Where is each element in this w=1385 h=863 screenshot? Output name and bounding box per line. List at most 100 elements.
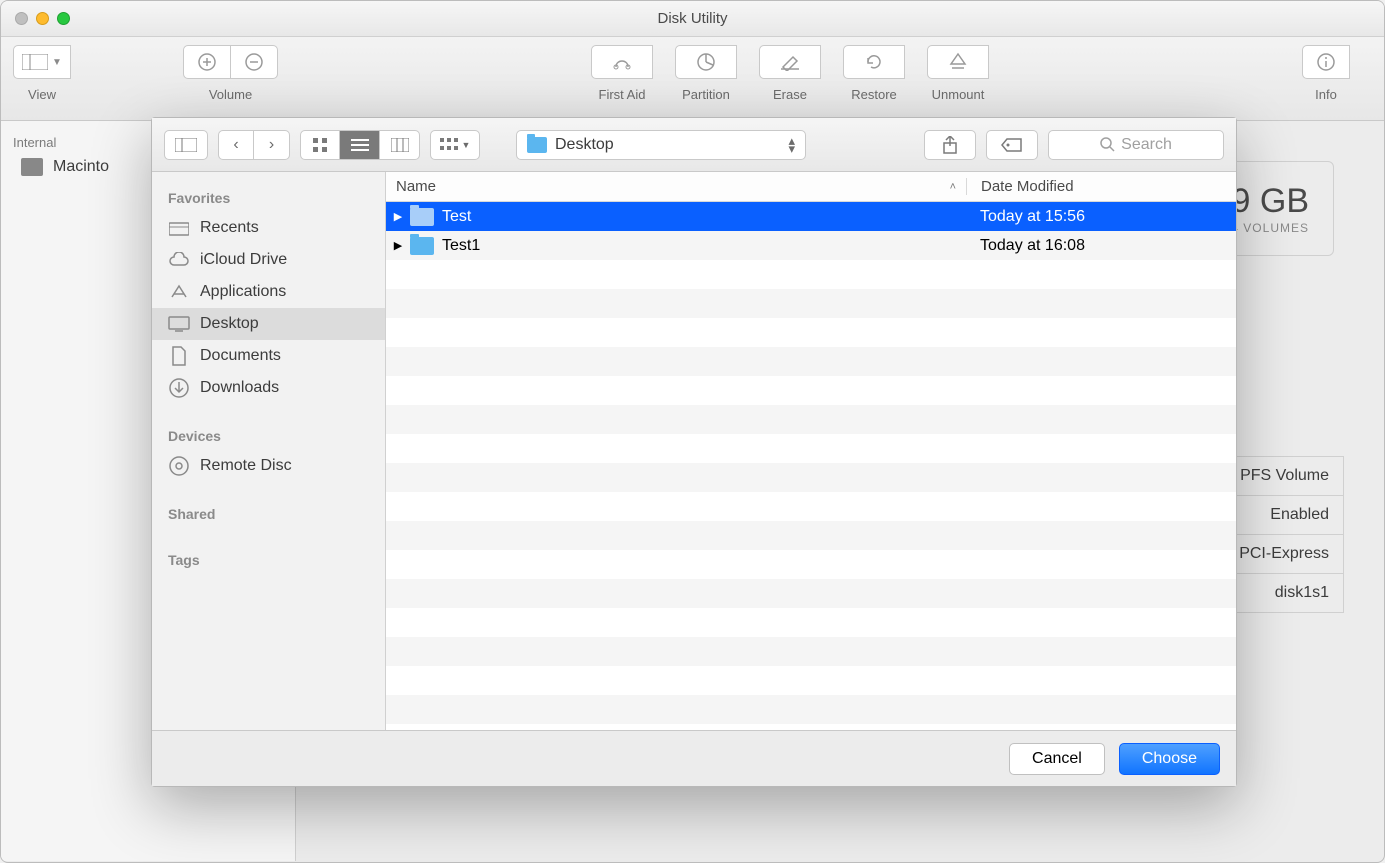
info-enabled: Enabled	[1270, 506, 1329, 524]
forward-button[interactable]: ›	[254, 130, 290, 160]
applications-icon	[168, 283, 190, 301]
sidebar-icon	[175, 138, 197, 152]
chevron-left-icon: ‹	[233, 136, 238, 154]
sidebar-icon	[22, 54, 48, 70]
erase-label: Erase	[773, 87, 807, 102]
location-label: Desktop	[555, 136, 614, 154]
group-by-button[interactable]: ▼	[430, 130, 480, 160]
minimize-button[interactable]	[36, 12, 49, 25]
chooser-sidebar: Favorites Recents iCloud Drive Applicati…	[152, 172, 386, 730]
cancel-button[interactable]: Cancel	[1009, 743, 1105, 775]
close-button[interactable]	[15, 12, 28, 25]
search-placeholder: Search	[1121, 136, 1172, 154]
disclosure-triangle-icon[interactable]: ▶	[386, 210, 410, 223]
file-row	[386, 637, 1236, 666]
tags-button[interactable]	[986, 130, 1038, 160]
erase-icon	[779, 53, 801, 71]
folder-icon	[410, 208, 434, 226]
chooser-footer: Cancel Choose	[152, 730, 1236, 786]
file-row[interactable]: ▶Test1Today at 16:08	[386, 231, 1236, 260]
view-mode-button[interactable]: ▼	[13, 45, 71, 79]
sidebar-item-label: iCloud Drive	[200, 251, 287, 269]
first-aid-button[interactable]	[591, 45, 653, 79]
folder-icon	[410, 237, 434, 255]
file-row	[386, 550, 1236, 579]
nav-buttons: ‹ ›	[218, 130, 290, 160]
file-rows: ▶TestToday at 15:56▶Test1Today at 16:08	[386, 202, 1236, 730]
sidebar-item-icloud[interactable]: iCloud Drive	[152, 244, 385, 276]
zoom-button[interactable]	[57, 12, 70, 25]
sidebar-item-documents[interactable]: Documents	[152, 340, 385, 372]
first-aid-label: First Aid	[599, 87, 646, 102]
sidebar-item-label: Recents	[200, 219, 259, 237]
back-button[interactable]: ‹	[218, 130, 254, 160]
updown-chevron-icon: ▴▾	[788, 137, 795, 153]
sidebar-item-downloads[interactable]: Downloads	[152, 372, 385, 404]
sidebar-item-remote-disc[interactable]: Remote Disc	[152, 450, 385, 482]
restore-button[interactable]	[843, 45, 905, 79]
volume-add-button[interactable]	[183, 45, 231, 79]
view-mode-segment	[300, 130, 420, 160]
file-row	[386, 666, 1236, 695]
file-row	[386, 405, 1236, 434]
file-date: Today at 15:56	[966, 208, 1236, 226]
disclosure-triangle-icon[interactable]: ▶	[386, 239, 410, 252]
sidebar-item-label: Remote Disc	[200, 457, 292, 475]
sidebar-item-label: Applications	[200, 283, 286, 301]
file-chooser-sheet: ‹ › ▼ Desktop	[151, 117, 1237, 787]
partition-button[interactable]	[675, 45, 737, 79]
disk-name: Macinto	[53, 158, 109, 176]
info-icon	[1316, 52, 1336, 72]
main-toolbar: ▼ View Volume First Aid	[1, 37, 1384, 121]
chevron-down-icon: ▼	[462, 140, 471, 150]
recents-icon	[168, 219, 190, 237]
file-row[interactable]: ▶TestToday at 15:56	[386, 202, 1236, 231]
chooser-toolbar: ‹ › ▼ Desktop	[152, 118, 1236, 172]
columns-icon	[391, 138, 409, 152]
icon-view-button[interactable]	[300, 130, 340, 160]
column-label: Date Modified	[981, 178, 1074, 195]
sidebar-item-recents[interactable]: Recents	[152, 212, 385, 244]
share-icon	[942, 136, 958, 154]
info-type: PFS Volume	[1240, 467, 1329, 485]
name-column-header[interactable]: Name ˄	[386, 178, 966, 195]
chevron-right-icon: ›	[269, 136, 274, 154]
toggle-sidebar-button[interactable]	[164, 130, 208, 160]
choose-button[interactable]: Choose	[1119, 743, 1220, 775]
file-row	[386, 463, 1236, 492]
partition-label: Partition	[682, 87, 730, 102]
info-button[interactable]	[1302, 45, 1350, 79]
file-row	[386, 492, 1236, 521]
window-title: Disk Utility	[658, 10, 728, 27]
share-button[interactable]	[924, 130, 976, 160]
tags-header: Tags	[152, 546, 385, 574]
search-field[interactable]: Search	[1048, 130, 1224, 160]
list-icon	[351, 138, 369, 152]
partition-icon	[696, 52, 716, 72]
info-bus: PCI-Express	[1239, 545, 1329, 563]
erase-button[interactable]	[759, 45, 821, 79]
volume-remove-button[interactable]	[230, 45, 278, 79]
volume-add-icon	[197, 52, 217, 72]
favorites-header: Favorites	[152, 184, 385, 212]
column-view-button[interactable]	[380, 130, 420, 160]
devices-header: Devices	[152, 422, 385, 450]
list-view-button[interactable]	[340, 130, 380, 160]
grid-icon	[312, 137, 328, 153]
shared-header: Shared	[152, 500, 385, 528]
folder-icon	[527, 137, 547, 153]
unmount-button[interactable]	[927, 45, 989, 79]
disk-utility-window: Disk Utility ▼ View Volume	[0, 0, 1385, 863]
restore-label: Restore	[851, 87, 897, 102]
grid-small-icon	[440, 138, 458, 152]
file-row	[386, 608, 1236, 637]
info-label: Info	[1315, 87, 1337, 102]
chevron-down-icon: ▼	[52, 57, 62, 68]
unmount-label: Unmount	[932, 87, 985, 102]
sidebar-item-applications[interactable]: Applications	[152, 276, 385, 308]
sidebar-item-desktop[interactable]: Desktop	[152, 308, 385, 340]
cloud-icon	[168, 251, 190, 269]
file-row	[386, 434, 1236, 463]
location-dropdown[interactable]: Desktop ▴▾	[516, 130, 806, 160]
date-column-header[interactable]: Date Modified	[966, 178, 1236, 195]
